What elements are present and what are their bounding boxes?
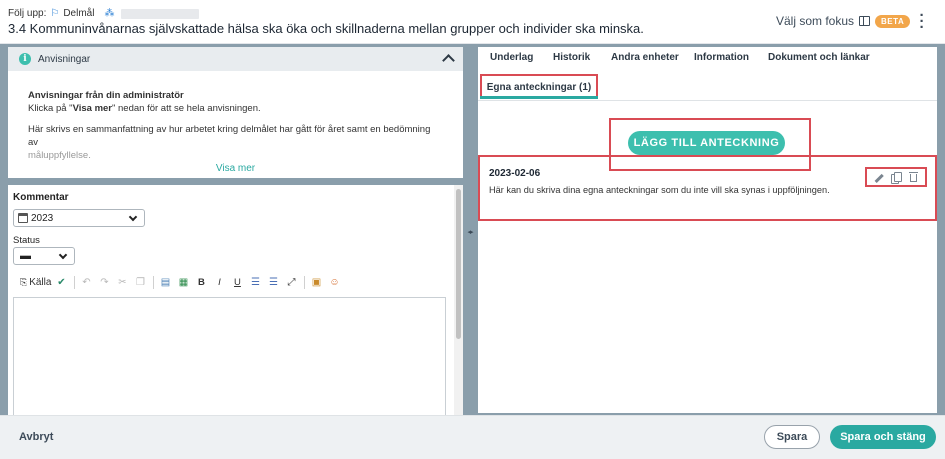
status-select[interactable]: ▬ <box>13 247 75 265</box>
status-value: ▬ <box>20 250 31 262</box>
chevron-down-icon <box>128 212 138 222</box>
underline-button[interactable]: U <box>229 274 245 290</box>
redacted-text <box>121 8 200 19</box>
guide-header[interactable]: i Anvisningar <box>8 47 463 71</box>
tab-egna-anteckningar[interactable]: Egna anteckningar (1) <box>480 74 598 98</box>
guide-instruction: Klicka på "Visa mer" nedan för att se he… <box>28 103 261 114</box>
note-actions <box>865 167 927 187</box>
save-button[interactable]: Spara <box>764 425 820 449</box>
select-focus-button[interactable]: Välj som fokus BETA <box>776 14 911 28</box>
chevron-down-icon <box>58 250 68 260</box>
panel-splitter-handle[interactable]: ◂▸ <box>463 224 477 240</box>
maximize-icon[interactable]: ⤢ <box>283 274 299 290</box>
toolbar-separator <box>74 275 76 289</box>
beta-badge: BETA <box>875 14 911 28</box>
flag-icon: ⚐ <box>50 8 60 19</box>
spellcheck-icon[interactable]: ✔ <box>53 274 69 290</box>
year-select[interactable]: 2023 <box>13 209 145 227</box>
tab-underlag[interactable]: Underlag <box>490 52 533 63</box>
scrollbar-thumb[interactable] <box>456 189 461 339</box>
paste-excel-icon[interactable]: ▦ <box>175 274 191 290</box>
save-and-close-button[interactable]: Spara och stäng <box>830 425 936 449</box>
guide-paragraph-fade: måluppfyllelse. <box>28 150 91 161</box>
paste-text-icon[interactable]: ▤ <box>157 274 173 290</box>
year-value: 2023 <box>31 212 54 224</box>
instruction-link-text: Visa mer <box>72 103 113 114</box>
dialog-footer: Avbryt Spara Spara och stäng <box>0 415 945 459</box>
copy-icon[interactable]: ❐ <box>132 274 148 290</box>
breadcrumb-item[interactable]: Delmål <box>63 8 94 19</box>
tab-andra-enheter[interactable]: Andra enheter <box>611 52 679 63</box>
undo-icon[interactable]: ↶ <box>78 274 94 290</box>
source-button[interactable]: ⎘ Källa <box>20 274 51 290</box>
cut-icon[interactable]: ✂ <box>114 274 130 290</box>
toolbar-separator <box>304 275 306 289</box>
duplicate-icon[interactable] <box>891 171 903 184</box>
guide-body: Anvisningar från din administratör Klick… <box>8 71 463 162</box>
bold-button[interactable]: B <box>193 274 209 290</box>
editor-toolbar: ⎘ Källa ✔ ↶ ↷ ✂ ❐ ▤ ▦ B I U ☰ ☰ ⤢ ▣ ☺ <box>20 274 344 290</box>
status-label: Status <box>13 235 40 246</box>
tab-bar: Underlag Historik Andra enheter Informat… <box>478 47 937 69</box>
breadcrumb: Följ upp: ⚐ Delmål ⁂ <box>8 8 200 19</box>
show-more-link[interactable]: Visa mer <box>8 163 463 174</box>
comment-editor[interactable] <box>13 297 446 415</box>
panel-icon <box>859 16 871 26</box>
bulleted-list-icon[interactable]: ☰ <box>265 274 281 290</box>
dialog-header: Följ upp: ⚐ Delmål ⁂ 3.4 Kommuninvånarna… <box>0 0 945 44</box>
admin-title: Anvisningar från din administratör <box>28 90 184 101</box>
focus-label: Välj som fokus <box>776 14 855 28</box>
note-date: 2023-02-06 <box>489 168 541 179</box>
tab-dokument-och-lankar[interactable]: Dokument och länkar <box>768 52 870 63</box>
chevron-up-icon[interactable] <box>442 54 455 67</box>
page-title: 3.4 Kommuninvånarnas självskattade hälsa… <box>8 21 644 36</box>
toolbar-separator <box>153 275 155 289</box>
tab-historik[interactable]: Historik <box>553 52 590 63</box>
calendar-icon <box>18 213 28 223</box>
hierarchy-icon: ⁂ <box>104 8 115 19</box>
comment-panel: Kommentar 2023 Status ▬ ⎘ Källa ✔ ↶ ↷ ✂ ❐… <box>8 185 454 415</box>
more-options-icon[interactable]: · · · <box>918 8 926 35</box>
tab-divider <box>478 100 937 101</box>
breadcrumb-prefix: Följ upp: <box>8 8 47 19</box>
right-panel: Underlag Historik Andra enheter Informat… <box>478 47 937 413</box>
active-tab-indicator <box>480 96 598 99</box>
user-icon[interactable]: ☺ <box>326 274 342 290</box>
guide-paragraph: Här skrivs en sammanfattning av hur arbe… <box>28 124 431 148</box>
cancel-button[interactable]: Avbryt <box>19 431 53 443</box>
note-text: Här kan du skriva dina egna anteckningar… <box>489 185 830 195</box>
guide-panel: i Anvisningar Anvisningar från din admin… <box>8 47 463 178</box>
trash-icon[interactable] <box>909 171 919 183</box>
left-scrollbar[interactable] <box>454 185 463 415</box>
redo-icon[interactable]: ↷ <box>96 274 112 290</box>
info-icon: i <box>19 53 31 65</box>
guide-heading: Anvisningar <box>38 53 91 65</box>
image-icon[interactable]: ▣ <box>308 274 324 290</box>
right-scrollbar <box>937 47 945 413</box>
comment-label: Kommentar <box>13 192 69 203</box>
tab-information[interactable]: Information <box>694 52 749 63</box>
numbered-list-icon[interactable]: ☰ <box>247 274 263 290</box>
add-note-button[interactable]: LÄGG TILL ANTECKNING <box>628 131 785 155</box>
italic-button[interactable]: I <box>211 274 227 290</box>
edit-pencil-icon[interactable] <box>874 172 884 183</box>
source-icon: ⎘ <box>20 276 28 287</box>
